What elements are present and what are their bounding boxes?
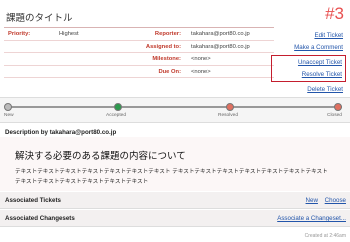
workflow-dot-new	[4, 103, 12, 111]
description-line: テキストテキストテキストテキストテキストテキスト	[15, 179, 149, 185]
created-timestamp: Created at 2:46am	[304, 233, 346, 239]
ticket-actions: Edit Ticket Make a Comment Unaccept Tick…	[271, 30, 346, 96]
assigned-to-value: takahara@port80.co.jp	[191, 43, 250, 50]
new-ticket-link[interactable]: New	[306, 197, 318, 204]
workflow-label-accepted: Accepted	[106, 113, 127, 118]
priority-value: Highest	[59, 31, 79, 37]
property-row: Milestone: <none>	[4, 53, 274, 66]
description-text: テキストテキストテキストテキストテキストテキストテキスト テキストテキストテキス…	[15, 167, 350, 187]
empty-value	[59, 66, 127, 78]
workflow-dot-resolved	[226, 103, 234, 111]
workflow-label-closed: Closed	[327, 113, 342, 118]
workflow-label-new: New	[4, 113, 14, 118]
ticket-number: #3	[325, 4, 344, 23]
milestone-value: <none>	[191, 56, 211, 62]
description-line: テキストテキストテキストテキストテキストテキストテキスト テキストテキストテキス…	[15, 169, 328, 175]
ticket-properties-table: Priority: Highest Reporter: takahara@por…	[4, 27, 274, 78]
due-on-label: Due On:	[158, 68, 181, 75]
workflow-track	[8, 106, 342, 108]
empty-label	[4, 66, 59, 78]
edit-ticket-link[interactable]: Edit Ticket	[271, 30, 346, 42]
property-row: Due On: <none>	[4, 66, 274, 78]
associated-tickets-title: Associated Tickets	[5, 197, 61, 204]
associated-changesets-section: Associated Changesets Associate a Change…	[0, 210, 350, 227]
empty-value	[59, 41, 127, 53]
associated-changesets-links: Associate a Changeset...	[272, 215, 346, 222]
ticket-header: 課題のタイトル #3	[0, 0, 350, 26]
workflow-progress: New Accepted Resolved Closed	[0, 97, 350, 123]
due-on-value: <none>	[191, 68, 211, 75]
empty-label	[4, 41, 59, 53]
ticket-title: 課題のタイトル	[6, 13, 73, 24]
description-heading: 解決する必要のある課題の内容について	[15, 151, 186, 162]
make-comment-link[interactable]: Make a Comment	[271, 42, 346, 54]
description-body: 解決する必要のある課題の内容について テキストテキストテキストテキストテキストテ…	[0, 137, 350, 191]
state-actions-highlight: Unaccept Ticket Resolve Ticket	[271, 55, 346, 82]
workflow-dot-accepted	[114, 103, 122, 111]
priority-label: Priority:	[8, 31, 31, 37]
choose-ticket-link[interactable]: Choose	[325, 197, 346, 204]
associate-changeset-link[interactable]: Associate a Changeset...	[277, 215, 346, 222]
associated-tickets-links: New Choose	[301, 197, 346, 204]
workflow-dot-closed	[334, 103, 342, 111]
assigned-to-label: Assigned to:	[145, 43, 181, 50]
associated-changesets-title: Associated Changesets	[5, 215, 75, 222]
empty-value	[59, 53, 127, 65]
delete-ticket-link[interactable]: Delete Ticket	[271, 84, 346, 96]
unaccept-ticket-link[interactable]: Unaccept Ticket	[272, 57, 345, 69]
property-row: Priority: Highest Reporter: takahara@por…	[4, 28, 274, 41]
empty-label	[4, 53, 59, 65]
associated-tickets-section: Associated Tickets New Choose	[0, 192, 350, 209]
reporter-value: takahara@port80.co.jp	[191, 31, 250, 37]
workflow-label-resolved: Resolved	[218, 113, 238, 118]
milestone-label: Milestone:	[152, 56, 181, 62]
property-row: Assigned to: takahara@port80.co.jp	[4, 41, 274, 53]
reporter-label: Reporter:	[154, 31, 181, 37]
description-header: Description by takahara@port80.co.jp	[5, 129, 117, 136]
resolve-ticket-link[interactable]: Resolve Ticket	[272, 69, 345, 81]
